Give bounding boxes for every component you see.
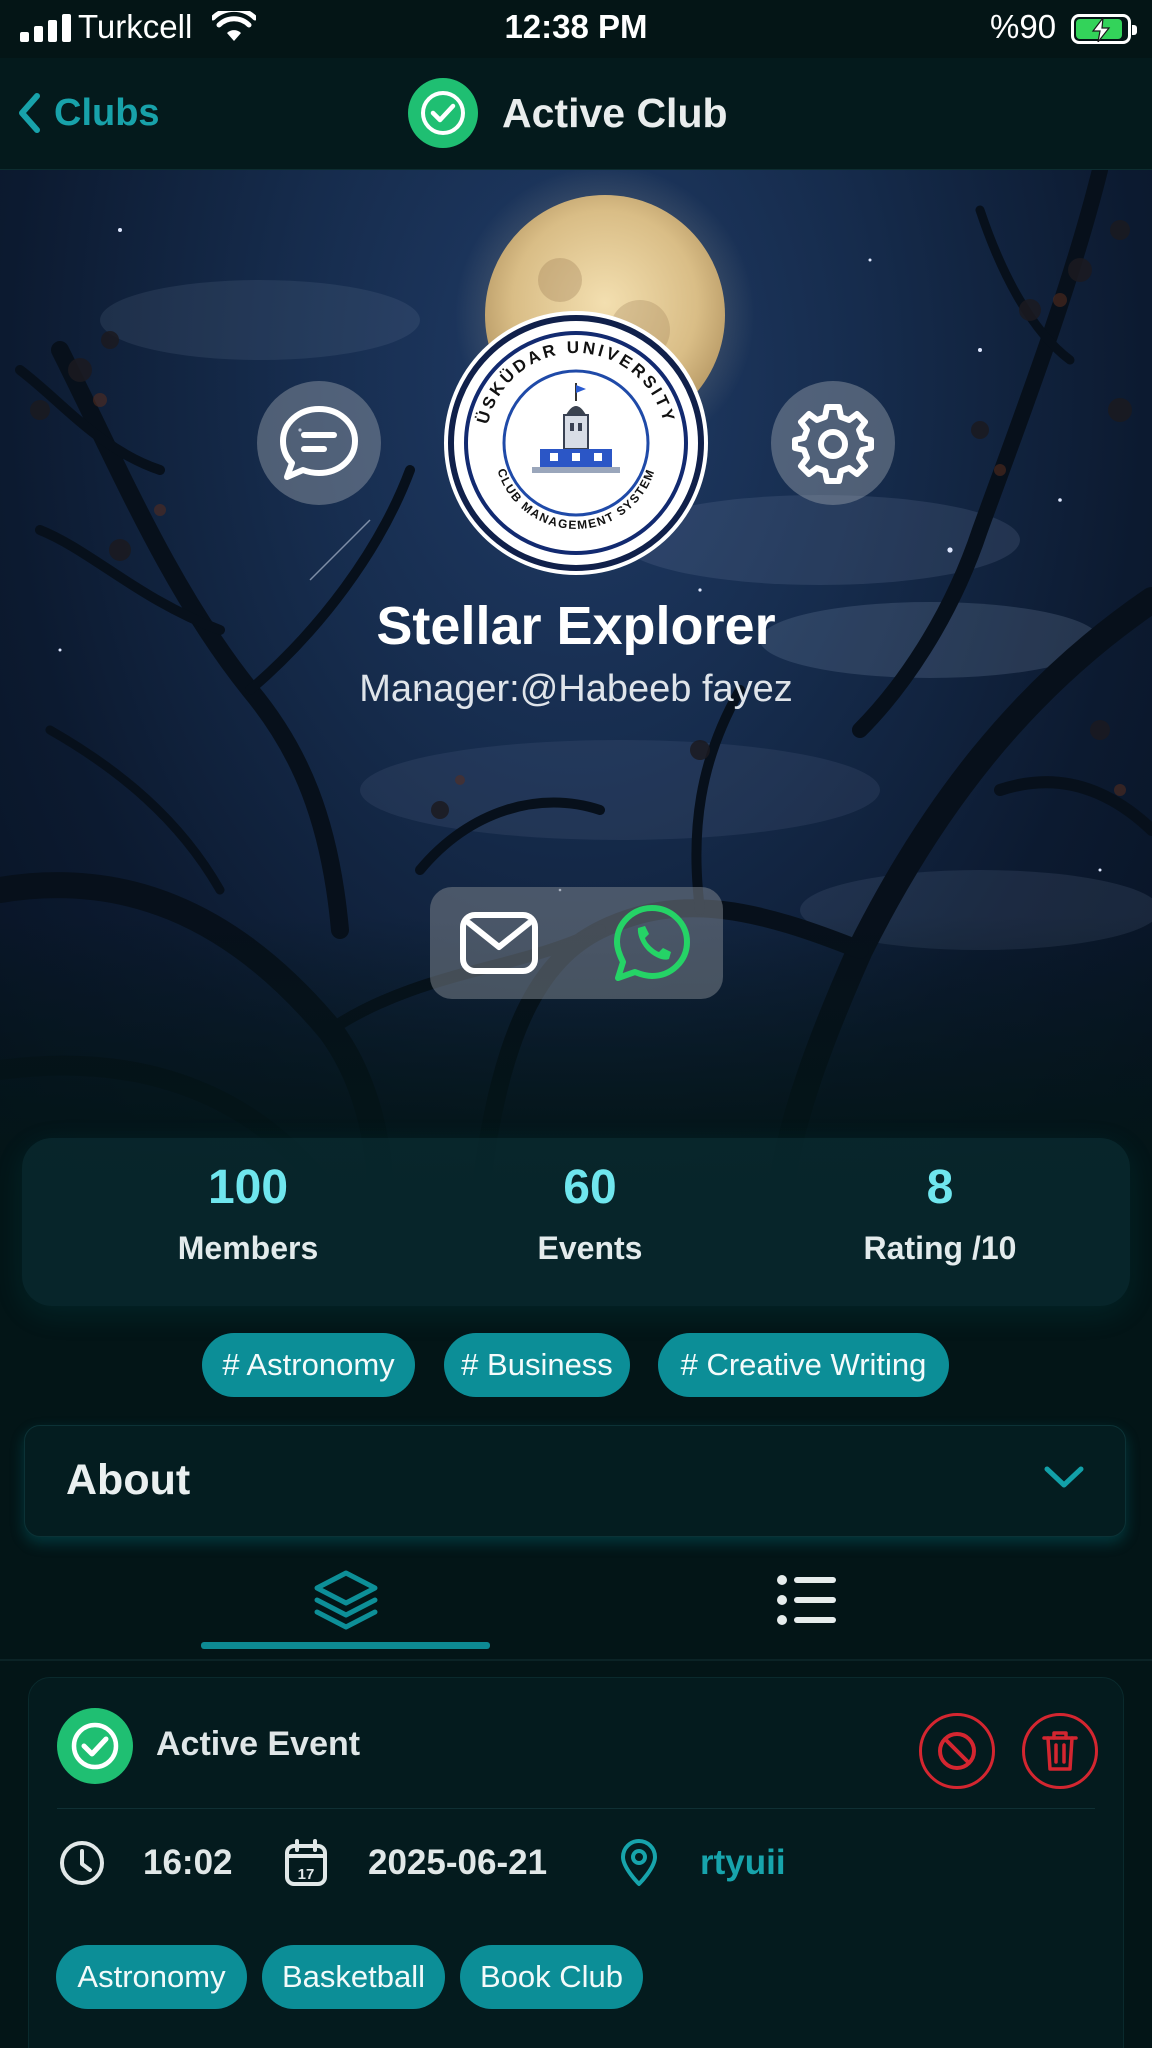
club-tag[interactable]: # Business <box>444 1333 630 1397</box>
battery-charging-icon <box>1071 14 1137 44</box>
delete-event-button[interactable] <box>1022 1713 1098 1789</box>
page-title: Active Club <box>408 74 728 152</box>
stat-value: 60 <box>563 1161 617 1214</box>
event-location-text: rtyuii <box>700 1843 786 1882</box>
stat-value: 8 <box>926 1161 954 1214</box>
stat-label: Members <box>177 1230 319 1266</box>
trash-icon <box>1042 1731 1078 1771</box>
location-pin-icon <box>616 1838 662 1888</box>
list-icon <box>777 1575 836 1625</box>
chevron-down-icon <box>1044 1466 1084 1488</box>
chat-icon <box>280 406 358 480</box>
check-circle-icon <box>408 78 478 148</box>
event-date: 2025-06-21 <box>368 1838 547 1888</box>
stat-label: Events <box>537 1230 643 1266</box>
block-icon <box>938 1732 976 1770</box>
club-manager: Manager:@Habeeb fayez <box>359 668 793 710</box>
event-category-chip[interactable]: Basketball <box>262 1945 445 2009</box>
tab-events-grid[interactable] <box>201 1550 491 1650</box>
about-section-toggle[interactable]: About <box>24 1425 1126 1537</box>
whatsapp-button[interactable] <box>610 901 694 985</box>
event-time-text: 16:02 <box>143 1843 233 1882</box>
active-tab-indicator <box>201 1642 490 1649</box>
club-tag[interactable]: # Astronomy <box>202 1333 415 1397</box>
status-bar: Turkcell 12:38 PM %90 <box>0 0 1152 58</box>
clock-time: 12:38 PM <box>504 8 648 45</box>
about-label: About <box>66 1456 191 1504</box>
stat-members: 100 Members <box>118 1164 378 1267</box>
settings-button[interactable] <box>771 381 895 505</box>
event-category-chip[interactable]: Book Club <box>460 1945 643 2009</box>
club-logo: ÜSKÜDAR UNIVERSITY CLUB MANAGEMENT SYSTE… <box>448 315 704 571</box>
stat-rating: 8 Rating /10 <box>798 1164 1082 1267</box>
stat-label: Rating /10 <box>863 1230 1017 1266</box>
email-button[interactable] <box>457 901 541 985</box>
check-circle-icon <box>57 1708 133 1784</box>
chevron-left-icon <box>19 93 40 133</box>
club-name: Stellar Explorer <box>376 596 776 656</box>
svg-text:17: 17 <box>298 1866 315 1883</box>
club-stats: 100 Members 60 Events 8 Rating /10 <box>22 1138 1130 1306</box>
event-divider <box>57 1808 1095 1809</box>
navigation-bar: Clubs Active Club <box>0 58 1152 170</box>
tab-events-list[interactable] <box>662 1550 952 1650</box>
battery-percent: %90 <box>990 8 1057 45</box>
event-time: 16:02 <box>143 1838 233 1888</box>
email-icon <box>460 912 538 974</box>
tab-divider <box>0 1659 1152 1661</box>
clock-icon <box>57 1838 107 1888</box>
page-title-text: Active Club <box>502 89 728 136</box>
contact-buttons <box>430 887 723 999</box>
chat-button[interactable] <box>257 381 381 505</box>
club-tag[interactable]: # Creative Writing <box>658 1333 949 1397</box>
stat-value: 100 <box>207 1161 289 1214</box>
event-location[interactable]: rtyuii <box>700 1838 786 1888</box>
whatsapp-icon <box>614 905 690 981</box>
back-button-label: Clubs <box>54 91 160 134</box>
club-header-background: ÜSKÜDAR UNIVERSITY CLUB MANAGEMENT SYSTE… <box>0 170 1152 1195</box>
deactivate-event-button[interactable] <box>919 1713 995 1789</box>
event-date-text: 2025-06-21 <box>368 1843 548 1882</box>
event-category-chip[interactable]: Astronomy <box>56 1945 247 2009</box>
calendar-icon: 17 <box>282 1838 330 1888</box>
layers-icon <box>314 1570 378 1630</box>
stat-events: 60 Events <box>440 1164 740 1267</box>
back-button[interactable]: Clubs <box>16 86 160 140</box>
settings-gear-icon <box>792 404 874 484</box>
event-status: Active Event <box>156 1725 361 1763</box>
